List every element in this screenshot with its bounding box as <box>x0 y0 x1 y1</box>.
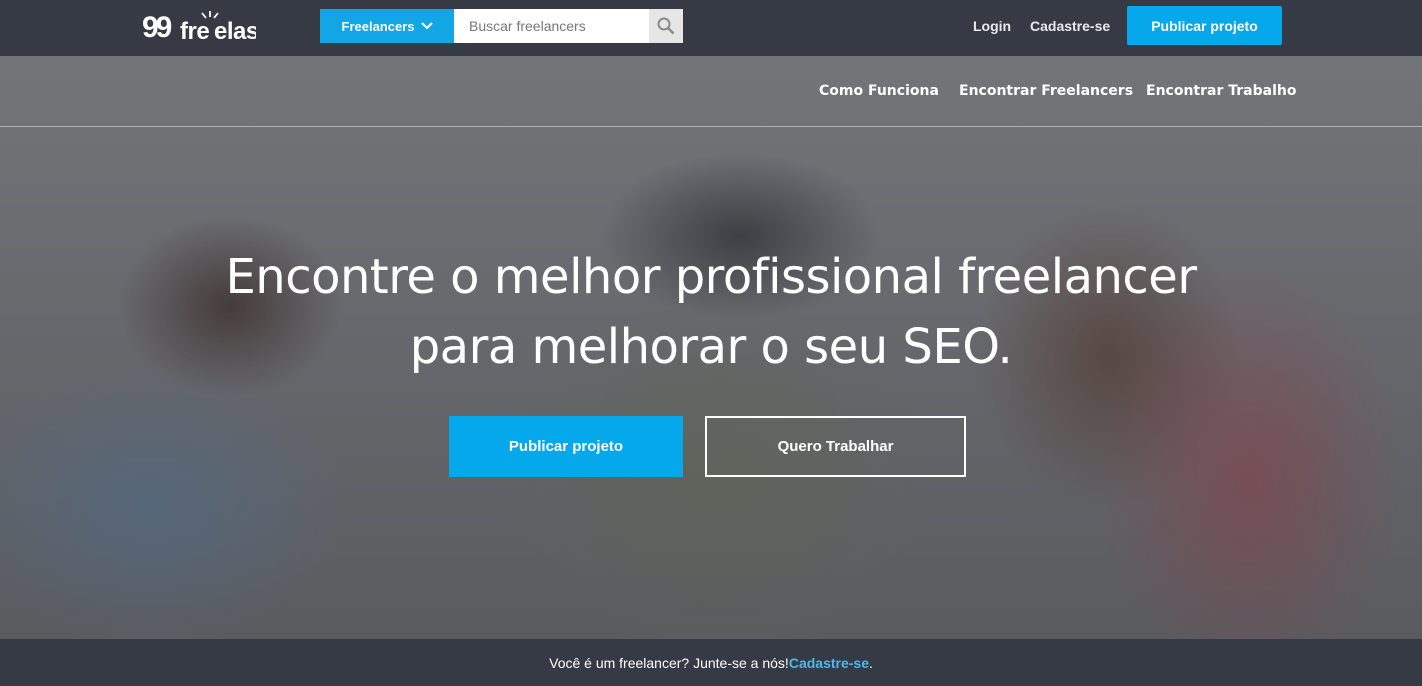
nav-find-work[interactable]: Encontrar Trabalho <box>1146 83 1296 99</box>
search-button[interactable] <box>649 9 683 43</box>
top-navbar: 99 fre elas 99freelas Freelancers Login … <box>0 0 1422 56</box>
svg-text:fre: fre <box>180 18 209 44</box>
hero-section: Como Funciona Encontrar Freelancers Enco… <box>0 56 1422 639</box>
chevron-down-icon <box>420 22 433 30</box>
search-icon <box>657 17 675 35</box>
hero-title-line-1: Encontre o melhor profissional freelance… <box>225 249 1197 305</box>
signup-prompt-text: Você é um freelancer? Junte-se a nós! <box>549 654 789 671</box>
signup-prompt-suffix: . <box>868 654 873 671</box>
logo-icon: 99 fre elas <box>142 11 256 44</box>
login-link[interactable]: Login <box>973 18 1011 34</box>
category-dropdown[interactable]: Freelancers <box>320 9 454 43</box>
search-bar: Freelancers <box>320 9 683 43</box>
hero-want-to-work-button[interactable]: Quero Trabalhar <box>705 416 966 477</box>
publish-project-button[interactable]: Publicar projeto <box>1127 6 1282 45</box>
nav-find-freelancers[interactable]: Encontrar Freelancers <box>959 83 1133 99</box>
search-input[interactable] <box>454 9 649 43</box>
nav-how-it-works[interactable]: Como Funciona <box>819 83 939 99</box>
hero-title-line-2: para melhorar o seu SEO. <box>409 319 1013 375</box>
svg-text:elas: elas <box>214 18 256 44</box>
category-dropdown-label: Freelancers <box>341 18 415 34</box>
freelancer-signup-bar: Você é um freelancer? Junte-se a nós! Ca… <box>0 639 1422 686</box>
svg-text:99: 99 <box>142 11 172 44</box>
hero-title: Encontre o melhor profissional freelance… <box>0 242 1422 382</box>
footer-signup-link[interactable]: Cadastre-se <box>789 655 869 671</box>
signup-link[interactable]: Cadastre-se <box>1030 18 1110 34</box>
hero-publish-project-button[interactable]: Publicar projeto <box>449 416 683 477</box>
hero-nav: Como Funciona Encontrar Freelancers Enco… <box>0 56 1422 127</box>
